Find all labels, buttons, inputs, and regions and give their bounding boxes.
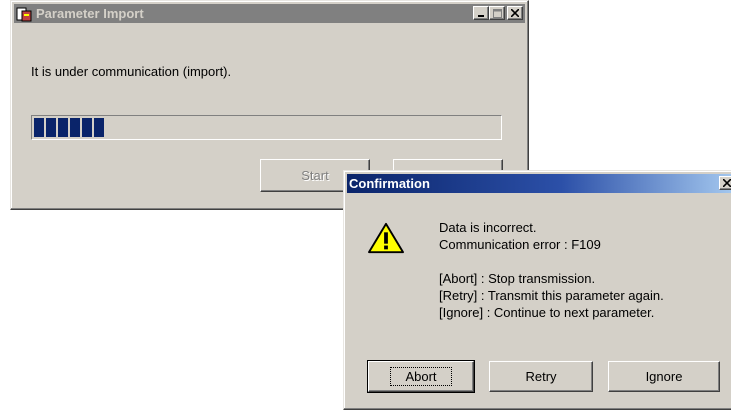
dialog-controls <box>719 176 731 190</box>
progress-block <box>58 118 68 137</box>
message-line: Communication error : F109 <box>439 237 601 252</box>
error-message: Data is incorrect. Communication error :… <box>439 219 664 321</box>
abort-button-label: Abort <box>390 367 452 386</box>
close-icon[interactable] <box>507 6 523 20</box>
window-controls <box>473 6 523 20</box>
progress-block <box>94 118 104 137</box>
message-line <box>439 253 664 270</box>
message-line: [Ignore] : Continue to next parameter. <box>439 305 655 320</box>
message-line: [Retry] : Transmit this parameter again. <box>439 288 664 303</box>
confirmation-dialog: Confirmation Data is incorrect. Communic… <box>343 170 731 410</box>
progress-block <box>34 118 44 137</box>
import-progress-bar <box>31 115 502 140</box>
minimize-icon[interactable] <box>473 6 489 20</box>
import-titlebar[interactable]: Parameter Import <box>14 4 525 23</box>
application-icon <box>16 7 32 21</box>
confirmation-title: Confirmation <box>349 176 430 191</box>
progress-block <box>82 118 92 137</box>
progress-block <box>46 118 56 137</box>
ignore-button[interactable]: Ignore <box>608 361 720 392</box>
confirmation-titlebar[interactable]: Confirmation <box>347 174 731 193</box>
message-line: [Abort] : Stop transmission. <box>439 271 596 286</box>
message-line: Data is incorrect. <box>439 220 537 235</box>
maximize-icon[interactable] <box>489 6 505 20</box>
import-status-text: It is under communication (import). <box>31 64 232 79</box>
import-window-title: Parameter Import <box>36 6 144 21</box>
progress-fill <box>34 118 106 137</box>
retry-button[interactable]: Retry <box>489 361 593 392</box>
warning-icon <box>368 222 404 254</box>
retry-button-label: Retry <box>525 369 557 384</box>
ignore-button-label: Ignore <box>645 369 683 384</box>
abort-button[interactable]: Abort <box>367 360 475 393</box>
dialog-close-icon[interactable] <box>719 176 731 190</box>
progress-block <box>70 118 80 137</box>
